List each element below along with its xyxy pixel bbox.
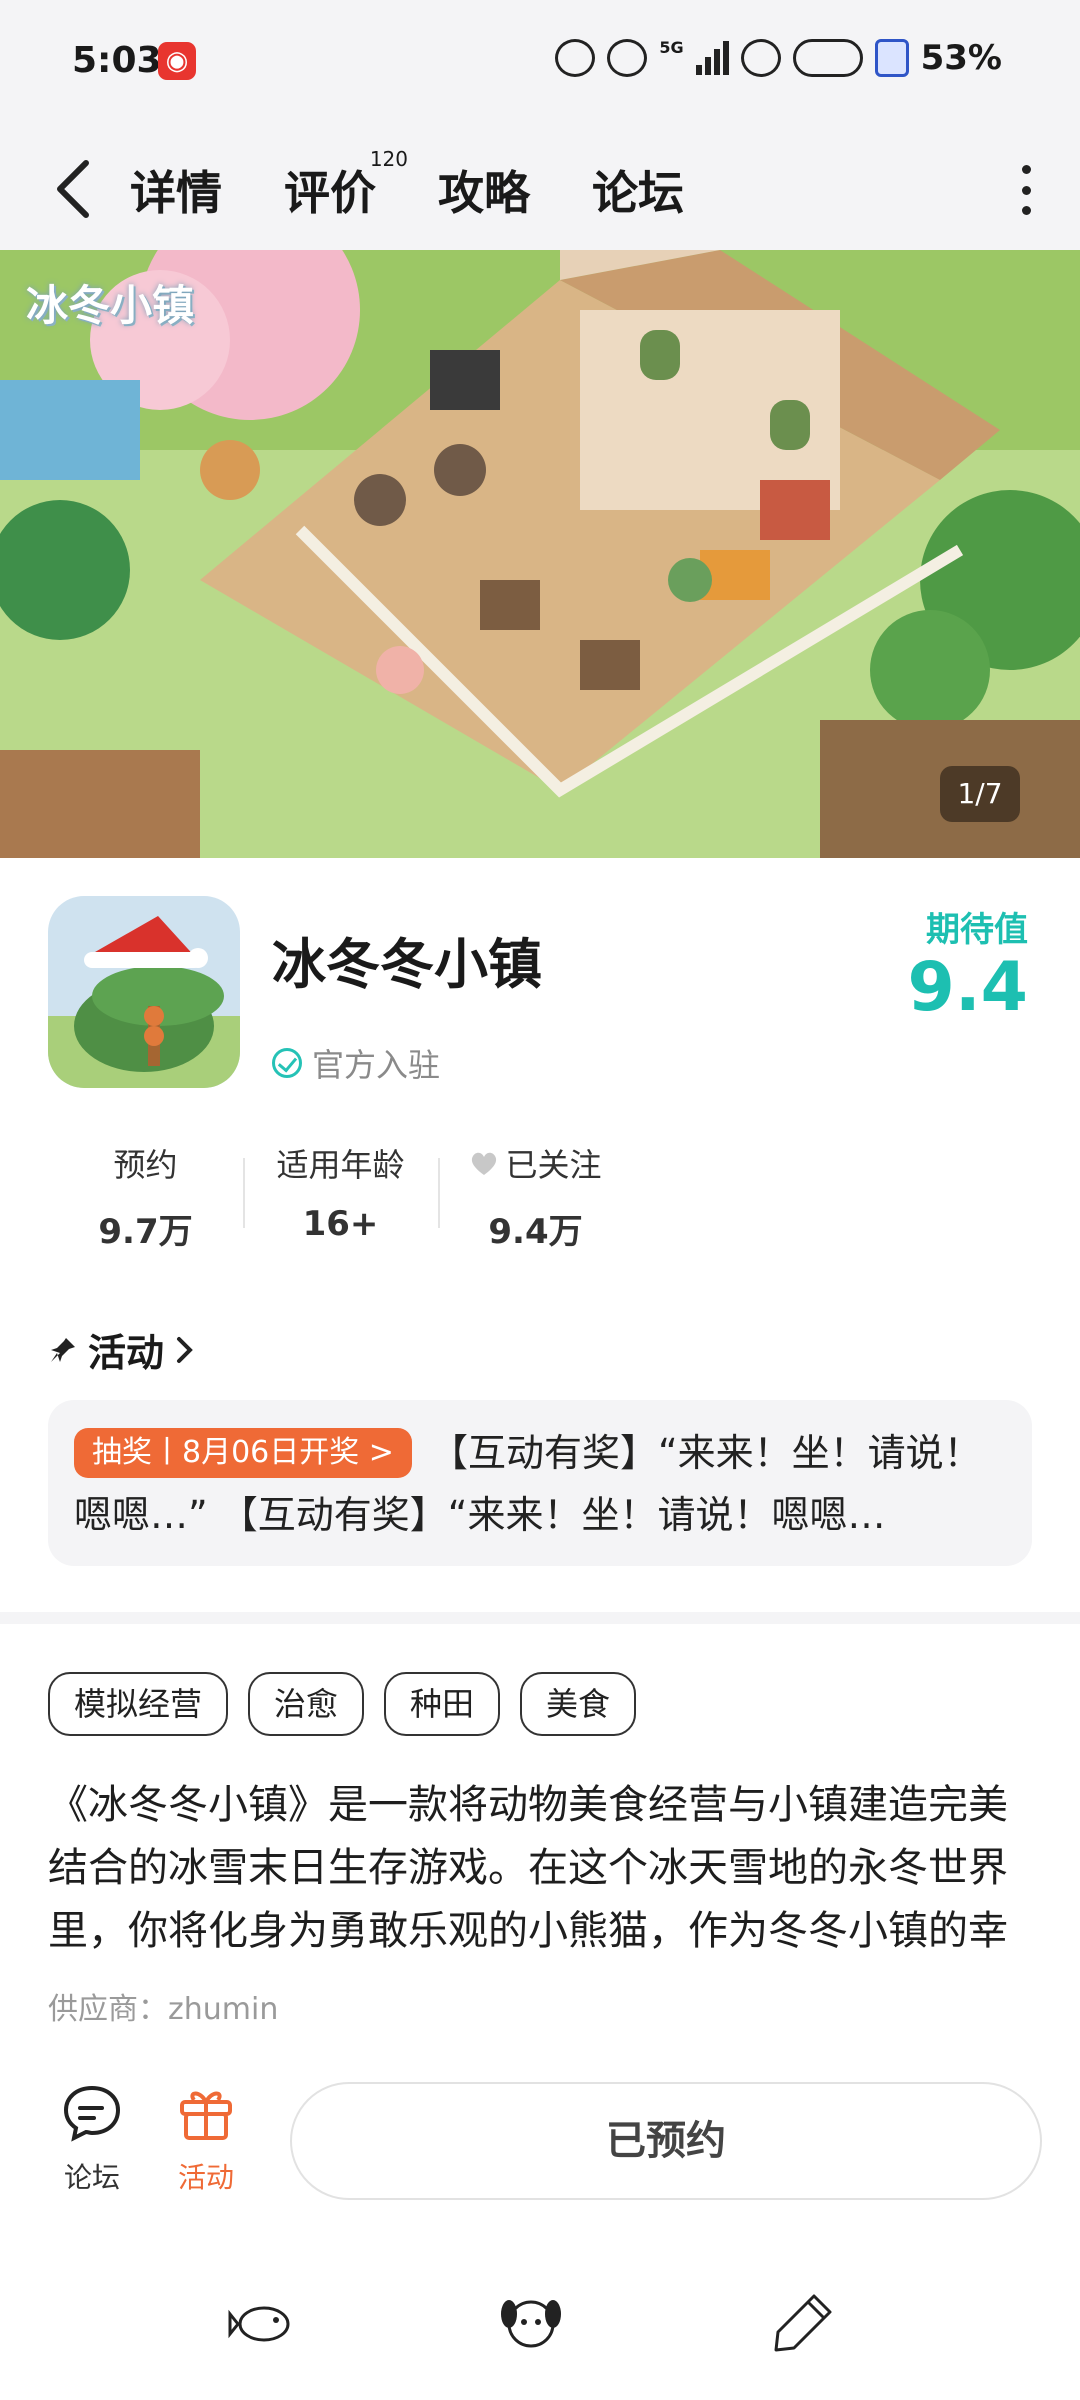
battery-icon <box>874 39 909 77</box>
heart-icon <box>472 1152 497 1175</box>
game-description[interactable]: 《冰冬冬小镇》是一款将动物美食经营与小镇建造完美结合的冰雪末日生存游戏。在这个冰… <box>48 1774 1038 1963</box>
game-screenshot-image <box>0 250 1080 858</box>
game-logo-text: 冰冬小镇 <box>26 281 195 330</box>
sticker-icon <box>607 39 648 77</box>
official-badge: 官方入驻 <box>272 1040 440 1086</box>
tag-chip[interactable]: 模拟经营 <box>48 1672 229 1736</box>
expectation-value: 9.4 <box>907 948 1028 1027</box>
top-nav: 详情 评价 120 攻略 论坛 <box>0 125 1080 250</box>
chevron-right-icon <box>177 1336 193 1363</box>
nav-home-button[interactable] <box>496 2288 566 2358</box>
stat-followed[interactable]: 已关注 9.4万 <box>438 1140 633 1253</box>
forum-button[interactable]: 论坛 <box>42 2080 142 2196</box>
status-icons: 5G 53% <box>555 38 1002 78</box>
stat-reservations: 预约 9.7万 <box>98 1146 193 1252</box>
review-count: 120 <box>369 147 408 171</box>
gift-icon <box>180 2091 232 2140</box>
tab-guides[interactable]: 攻略 <box>432 147 536 233</box>
followed-label: 已关注 <box>505 1146 602 1184</box>
stat-age-rating: 适用年龄 16+ <box>243 1140 438 1253</box>
reserved-button[interactable]: 已预约 <box>290 2082 1042 2200</box>
dog-doodle-icon <box>501 2300 561 2348</box>
pencil-doodle-icon <box>774 2294 832 2352</box>
expectation-score: 期待值 9.4 <box>908 902 1028 1026</box>
nav-back-button[interactable] <box>228 2288 298 2358</box>
fish-doodle-icon <box>228 2306 290 2342</box>
pin-icon <box>50 1337 75 1363</box>
chat-bubble-icon <box>63 2085 121 2142</box>
tag-chip[interactable]: 美食 <box>520 1672 637 1736</box>
back-button[interactable] <box>44 149 104 229</box>
crocodile-app-icon <box>48 896 240 1088</box>
status-time: 5:03 <box>72 40 162 81</box>
tab-forum[interactable]: 论坛 <box>586 147 690 233</box>
battery-percent: 53% <box>920 38 1002 78</box>
image-counter: 1/7 <box>940 766 1020 822</box>
tag-chip[interactable]: 种田 <box>384 1672 501 1736</box>
app-icon <box>48 896 240 1088</box>
screenshot-carousel[interactable]: 冰冬小镇 1/7 <box>0 250 1080 858</box>
expectation-label: 期待值 <box>926 910 1028 950</box>
activity-title: 活动 <box>88 1331 165 1375</box>
activity-header[interactable]: 活动 <box>48 1322 196 1377</box>
app-title: 冰冬冬小镇 <box>272 933 542 996</box>
tab-details[interactable]: 详情 <box>124 147 228 233</box>
nav-recents-button[interactable] <box>768 2288 838 2358</box>
tab-bar: 详情 评价 120 攻略 论坛 <box>124 147 690 233</box>
tag-chip[interactable]: 治愈 <box>248 1672 365 1736</box>
sticker-pill-icon <box>792 39 863 77</box>
tag-list: 模拟经营 治愈 种田 美食 <box>48 1672 637 1736</box>
status-bar: 5:03 ◉ 5G 53% <box>0 0 1080 125</box>
tab-reviews[interactable]: 评价 120 <box>278 147 408 233</box>
supplier-info: 供应商：zhumin <box>48 1992 279 2027</box>
system-nav-bar <box>0 2260 1080 2400</box>
sticker-icon <box>555 39 596 77</box>
back-arrow-icon <box>57 160 89 218</box>
more-options-button[interactable] <box>1016 165 1036 215</box>
netease-music-icon: ◉ <box>158 42 196 80</box>
bottom-action-bar: 论坛 活动 已预约 <box>0 2060 1080 2200</box>
activity-button[interactable]: 活动 <box>156 2080 256 2196</box>
sticker-icon <box>740 39 781 77</box>
check-circle-icon <box>272 1048 302 1078</box>
network-type: 5G <box>659 38 684 57</box>
activity-card[interactable]: 抽奖丨8月06日开奖 > 【互动有奖】“来来！坐！请说！嗯嗯…” 【互动有奖】“来… <box>48 1400 1032 1566</box>
section-divider <box>0 1612 1080 1624</box>
lottery-badge: 抽奖丨8月06日开奖 > <box>74 1428 412 1478</box>
official-label: 官方入驻 <box>312 1046 441 1084</box>
stats-row: 预约 9.7万 适用年龄 16+ 已关注 9.4万 <box>48 1140 633 1253</box>
signal-icon <box>695 41 729 75</box>
